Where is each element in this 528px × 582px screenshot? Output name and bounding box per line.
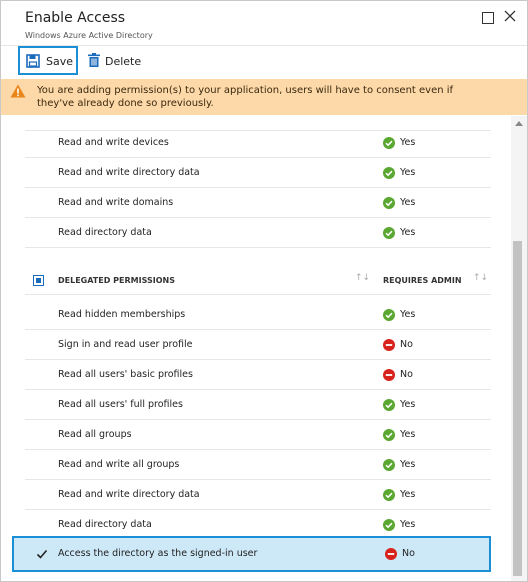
close-icon[interactable]: [503, 9, 517, 23]
delete-label: Delete: [105, 55, 142, 68]
table-row[interactable]: Sign in and read user profile No: [25, 330, 491, 360]
permission-name: Read and write devices: [58, 137, 169, 148]
column-header-permission[interactable]: DELEGATED PERMISSIONS: [58, 276, 175, 285]
check-circle-icon: [383, 137, 395, 149]
permission-name: Sign in and read user profile: [58, 339, 193, 350]
check-circle-icon: [383, 429, 395, 441]
save-button[interactable]: Save: [18, 46, 78, 75]
check-circle-icon: [383, 167, 395, 179]
maximize-icon[interactable]: [482, 12, 494, 24]
table-row[interactable]: Read and write all groups Yes: [25, 450, 491, 480]
check-circle-icon: [383, 519, 395, 531]
table-row: Read and write devices Yes: [25, 128, 491, 158]
requires-admin-value: Yes: [400, 459, 416, 470]
requires-admin-value: No: [400, 339, 413, 350]
enable-access-blade: Enable Access Windows Azure Active Direc…: [0, 0, 528, 582]
sort-icon[interactable]: ↑↓: [473, 273, 488, 283]
save-icon: [26, 54, 40, 68]
requires-admin-value: Yes: [400, 429, 416, 440]
requires-admin-value: Yes: [400, 399, 416, 410]
requires-admin-value: Yes: [400, 309, 416, 320]
permission-name: Read all users' basic profiles: [58, 369, 193, 380]
permissions-list: Read and write devices Yes Read and writ…: [1, 116, 511, 581]
requires-admin-value: Yes: [400, 227, 416, 238]
permission-name: Access the directory as the signed-in us…: [58, 548, 258, 559]
warning-icon: [10, 84, 26, 98]
requires-admin-value: Yes: [400, 519, 416, 530]
checkmark-icon[interactable]: [36, 548, 48, 560]
column-header-requires-admin[interactable]: REQUIRES ADMIN: [383, 276, 462, 285]
table-row[interactable]: Read and write directory data Yes: [25, 480, 491, 510]
table-row[interactable]: Read all users' full profiles Yes: [25, 390, 491, 420]
selected-table-row[interactable]: Access the directory as the signed-in us…: [12, 536, 491, 572]
check-circle-icon: [383, 489, 395, 501]
save-label: Save: [46, 55, 74, 68]
blade-title: Enable Access: [25, 10, 126, 26]
permission-name: Read and write all groups: [58, 459, 180, 470]
blade-subtitle: Windows Azure Active Directory: [25, 31, 153, 40]
requires-admin-value: Yes: [400, 137, 416, 148]
permission-name: Read and write directory data: [58, 489, 200, 500]
check-circle-icon: [383, 227, 395, 239]
table-row: Read directory data Yes: [25, 218, 491, 248]
permission-name: Read all users' full profiles: [58, 399, 183, 410]
permission-name: Read and write domains: [58, 197, 174, 208]
permission-name: Read all groups: [58, 429, 132, 440]
warning-text: You are adding permission(s) to your app…: [37, 85, 454, 109]
minus-circle-icon: [385, 548, 397, 560]
permission-name: Read directory data: [58, 519, 152, 530]
warning-banner: You are adding permission(s) to your app…: [1, 79, 527, 115]
requires-admin-value: Yes: [400, 197, 416, 208]
blade-header: Enable Access Windows Azure Active Direc…: [1, 1, 527, 45]
requires-admin-value: No: [402, 548, 415, 559]
check-circle-icon: [383, 197, 395, 209]
table-row: Read and write domains Yes: [25, 188, 491, 218]
permission-name: Read hidden memberships: [58, 309, 186, 320]
table-row: Read and write directory data Yes: [25, 158, 491, 188]
select-all-checkbox[interactable]: [33, 275, 44, 286]
table-row[interactable]: Read hidden memberships Yes: [25, 300, 491, 330]
vertical-scrollbar[interactable]: [511, 116, 527, 581]
permission-name: Read and write directory data: [58, 167, 200, 178]
sort-icon[interactable]: ↑↓: [355, 273, 370, 283]
check-circle-icon: [383, 459, 395, 471]
minus-circle-icon: [383, 339, 395, 351]
check-circle-icon: [383, 399, 395, 411]
requires-admin-value: Yes: [400, 167, 416, 178]
delegated-permissions-header: DELEGATED PERMISSIONS ↑↓ REQUIRES ADMIN …: [25, 265, 491, 295]
table-row[interactable]: Read all groups Yes: [25, 420, 491, 450]
delete-button[interactable]: Delete: [87, 46, 147, 75]
trash-icon: [88, 53, 100, 67]
command-bar: Save Delete: [1, 45, 527, 78]
scroll-up-arrow-icon[interactable]: [515, 121, 523, 126]
minus-circle-icon: [383, 369, 395, 381]
table-row[interactable]: Read all users' basic profiles No: [25, 360, 491, 390]
permission-name: Read directory data: [58, 227, 152, 238]
scroll-thumb[interactable]: [513, 241, 522, 576]
check-circle-icon: [383, 309, 395, 321]
requires-admin-value: No: [400, 369, 413, 380]
requires-admin-value: Yes: [400, 489, 416, 500]
